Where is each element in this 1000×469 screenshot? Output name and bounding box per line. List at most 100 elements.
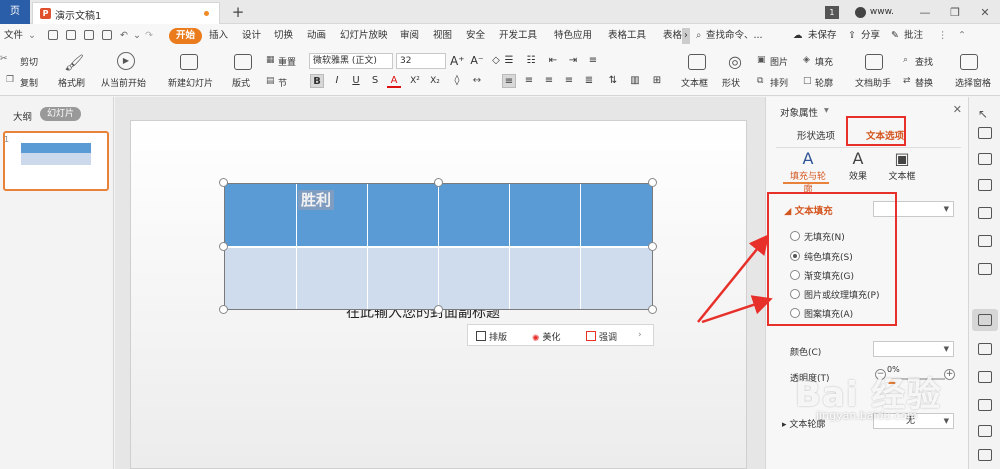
chevron-right-icon[interactable]: › [638,330,642,340]
new-slide-icon[interactable] [180,54,198,70]
copy-button[interactable]: 复制 [20,76,38,89]
layout-icon[interactable] [234,54,252,70]
section-icon[interactable]: ▤ [266,76,275,86]
layout-button[interactable]: 版式 [232,76,250,89]
layout-quick-button[interactable]: 排版 [476,330,507,343]
font-size-select[interactable]: 32 [396,53,446,69]
picture-icon[interactable]: ▣ [757,55,766,65]
align-left-button[interactable]: ≡ [502,74,516,88]
menu-animation[interactable]: 动画 [307,28,326,44]
menu-transition[interactable]: 切换 [274,28,293,44]
arrange-icon[interactable]: ⧉ [757,76,763,86]
align-right-button[interactable]: ≡ [542,74,556,88]
tab-effects[interactable]: A 效果 [838,149,878,182]
search-icon[interactable]: ⌕ [696,28,701,44]
chart-icon[interactable] [978,263,992,275]
menu-file[interactable]: 文件 [4,28,23,44]
superscript-button[interactable]: X² [408,74,422,88]
reset-icon[interactable]: ▦ [266,55,275,65]
user-name[interactable]: www. [870,7,894,17]
replace-icon[interactable]: ⇄ [903,76,911,86]
menu-special[interactable]: 特色应用 [554,28,592,44]
text-box-button[interactable]: 文本框 [681,76,708,89]
new-tab-button[interactable]: + [230,2,246,22]
format-painter-button[interactable]: 格式刷 [58,76,85,89]
menu-insert[interactable]: 插入 [209,28,228,44]
grid-icon[interactable] [978,235,992,247]
bold-button[interactable]: B [310,74,324,88]
fill-button[interactable]: 填充 [815,55,833,68]
animation-icon[interactable] [978,399,992,411]
increase-button[interactable]: + [944,369,955,380]
share-icon[interactable]: ⇪ [848,28,856,44]
increase-font-icon[interactable]: A⁺ [450,54,465,68]
cursor-icon[interactable]: ↖ [978,107,992,121]
property-icon[interactable] [978,314,992,326]
chevron-down-icon[interactable]: ▾ [824,105,829,116]
menu-more-icon[interactable]: › [682,28,690,44]
resize-handle[interactable] [648,178,657,187]
resize-handle[interactable] [219,242,228,251]
beautify-button[interactable]: ✺ 美化 [532,330,561,344]
sound-icon[interactable] [978,449,992,461]
doc-assistant-button[interactable]: 文档助手 [855,76,891,89]
color-dropdown[interactable]: ▼ [873,341,954,357]
tab-shape-options[interactable]: 形状选项 [797,128,835,142]
distribute-button[interactable]: ≣ [582,74,596,88]
decrease-font-icon[interactable]: A⁻ [470,54,484,68]
table-cell-text[interactable]: 胜利 [298,190,335,210]
cut-button[interactable]: 剪切 [20,55,38,68]
outline-button[interactable]: 轮廓 [815,76,833,89]
shape-icon[interactable]: ◎ [728,52,742,71]
comment-button[interactable]: 批注 [904,28,923,44]
tab-outline[interactable]: 大纲 [13,109,32,123]
image-icon[interactable] [978,425,992,437]
bullet-list-icon[interactable]: ☰ [502,54,516,68]
menu-review[interactable]: 审阅 [400,28,419,44]
command-search[interactable]: 查找命令、... [706,28,763,44]
minimize-button[interactable]: — [910,6,940,19]
export-icon[interactable] [66,30,76,40]
slide[interactable]: 在此输入您的封面副标题 胜利 排版 ✺ 美化 强调 › [130,120,747,469]
outline-icon[interactable]: □ [803,76,812,86]
edit-icon[interactable] [978,371,992,383]
tab-slides[interactable]: 幻灯片 [40,107,82,121]
new-slide-button[interactable]: 新建幻灯片 [168,76,213,89]
save-icon[interactable] [48,30,58,40]
play-icon[interactable]: ▶ [117,52,135,70]
justify-button[interactable]: ≡ [562,74,576,88]
tab-textbox[interactable]: ▣ 文本框 [882,149,922,182]
emphasize-button[interactable]: 强调 [586,330,617,343]
resize-handle[interactable] [648,305,657,314]
select-pane-icon[interactable] [960,54,978,70]
columns-icon[interactable]: ▥ [628,74,642,88]
share-button[interactable]: 分享 [861,28,880,44]
menu-security[interactable]: 安全 [466,28,485,44]
subscript-button[interactable]: X₂ [428,74,442,88]
undo-icon[interactable]: ↶ [120,28,128,44]
slide-thumbnail[interactable] [3,131,109,191]
menu-start[interactable]: 开始 [169,28,203,44]
resize-handle[interactable] [219,178,228,187]
close-button[interactable]: ✕ [970,6,1000,19]
menu-developer[interactable]: 开发工具 [499,28,537,44]
avatar[interactable] [854,6,866,18]
cloud-icon[interactable]: ☁ [793,28,803,44]
shape-button[interactable]: 形状 [722,76,740,89]
tab-fill-outline[interactable]: A 填充与轮廓 [786,149,830,195]
menu-view[interactable]: 视图 [433,28,452,44]
menu-table-tools[interactable]: 表格工具 [608,28,646,44]
preview-icon[interactable] [102,30,112,40]
menu-slideshow[interactable]: 幻灯片放映 [340,28,388,44]
text-box-icon[interactable] [688,54,706,70]
resize-handle[interactable] [219,305,228,314]
char-spacing-icon[interactable]: ↔ [470,74,484,88]
table-icon[interactable] [978,207,992,219]
home-tab[interactable]: 页 [0,0,30,24]
font-name-select[interactable]: 微软雅黑 (正文) [309,53,393,69]
object-icon[interactable] [978,127,992,139]
picture-button[interactable]: 图片 [770,55,788,68]
find-icon[interactable]: ⌕ [903,55,908,65]
copy-layout-icon[interactable] [978,153,992,165]
collapse-ribbon-icon[interactable]: ⌃ [958,28,966,44]
